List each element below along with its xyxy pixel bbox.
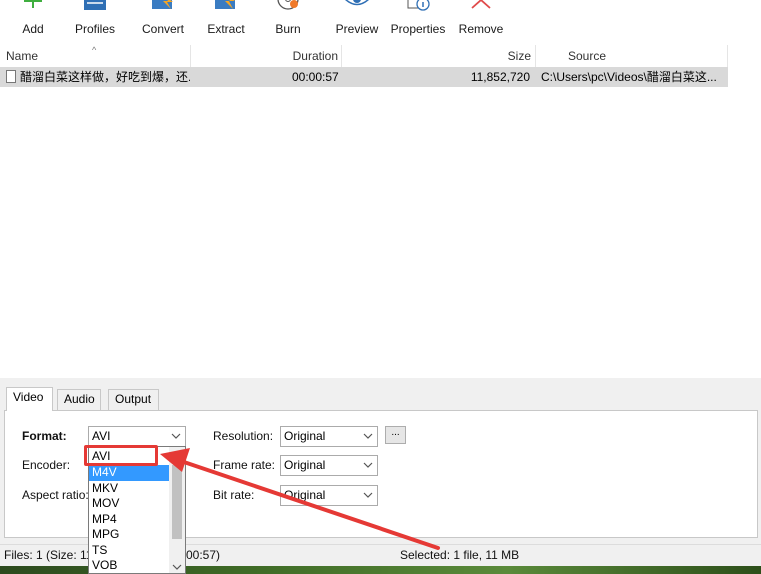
format-select[interactable]: AVI <box>88 426 186 447</box>
format-option[interactable]: TS <box>89 543 170 559</box>
column-duration[interactable]: Duration <box>191 45 342 67</box>
tab-output[interactable]: Output <box>108 389 159 410</box>
resolution-more-button[interactable]: ... <box>385 426 406 444</box>
status-selected: Selected: 1 file, 11 MB <box>400 548 520 562</box>
column-source[interactable]: Source <box>536 45 728 67</box>
extract-label: Extract <box>207 22 245 36</box>
info-icon <box>407 0 430 11</box>
scroll-down-icon[interactable] <box>172 563 182 571</box>
resolution-select[interactable]: Original <box>280 426 378 447</box>
row-duration: 00:00:57 <box>292 70 339 84</box>
resolution-value: Original <box>284 429 326 443</box>
convert-button[interactable]: Convert <box>138 0 188 44</box>
tab-video[interactable]: Video <box>6 387 53 411</box>
status-duration: 00:57) <box>186 548 221 562</box>
column-size-label: Size <box>507 49 531 63</box>
format-option[interactable]: MP4 <box>89 512 170 528</box>
column-duration-label: Duration <box>292 49 338 63</box>
row-name: 醋溜白菜这样做，好吃到爆，还... <box>20 70 190 84</box>
convert-label: Convert <box>141 22 185 36</box>
scrollbar-thumb[interactable] <box>172 465 182 539</box>
column-source-label: Source <box>568 49 607 63</box>
eye-icon <box>345 0 369 6</box>
column-name[interactable]: Name ^ <box>0 45 191 67</box>
format-option[interactable]: MPG <box>89 527 170 543</box>
format-value: AVI <box>92 429 111 443</box>
properties-label: Properties <box>390 22 446 36</box>
preview-label: Preview <box>335 22 379 36</box>
row-source: C:\Users\pc\Videos\醋溜白菜这... <box>541 70 717 84</box>
burn-button[interactable]: Burn <box>268 0 308 44</box>
bit-rate-select[interactable]: Original <box>280 485 378 506</box>
properties-button[interactable]: Properties <box>389 0 447 44</box>
add-button[interactable]: Add <box>14 0 52 44</box>
remove-x-icon <box>471 0 491 9</box>
chevron-down-icon <box>363 462 373 468</box>
extract-icon <box>215 0 235 9</box>
file-icon <box>6 70 16 83</box>
resolution-label: Resolution: <box>213 429 274 443</box>
frame-rate-select[interactable]: Original <box>280 455 378 476</box>
column-name-label: Name <box>6 49 39 63</box>
row-size: 11,852,720 <box>470 70 530 84</box>
encoder-label: Encoder: <box>22 458 71 472</box>
table-row[interactable]: 醋溜白菜这样做，好吃到爆，还... 00:00:57 11,852,720 C:… <box>0 67 728 87</box>
extract-button[interactable]: Extract <box>202 0 250 44</box>
burn-label: Burn <box>275 22 301 36</box>
frame-rate-value: Original <box>284 458 326 472</box>
toolbar: Add Profiles Convert Extract Burn Previe… <box>0 0 761 44</box>
sort-ascending-icon: ^ <box>92 45 97 55</box>
format-option[interactable]: M4V <box>89 465 170 481</box>
profiles-label: Profiles <box>74 22 115 36</box>
remove-button[interactable]: Remove <box>458 0 504 44</box>
format-option[interactable]: MOV <box>89 496 170 512</box>
plus-icon <box>24 0 42 8</box>
column-size[interactable]: Size <box>342 45 536 67</box>
annotation-highlight-box <box>84 445 158 466</box>
chevron-down-icon <box>363 492 373 498</box>
chevron-down-icon <box>363 433 373 439</box>
profiles-button[interactable]: Profiles <box>70 0 120 44</box>
tab-audio[interactable]: Audio <box>57 389 101 410</box>
format-option[interactable]: MKV <box>89 481 170 497</box>
convert-icon <box>152 0 173 9</box>
frame-rate-label: Frame rate: <box>213 458 276 472</box>
add-label: Add <box>22 22 44 36</box>
dropdown-scrollbar[interactable] <box>169 447 185 573</box>
preview-button[interactable]: Preview <box>334 0 380 44</box>
file-list-header: Name ^ Duration Size Source <box>0 45 761 67</box>
format-label: Format: <box>22 429 67 443</box>
chevron-down-icon <box>171 433 181 439</box>
bit-rate-value: Original <box>284 488 326 502</box>
disc-icon <box>277 0 299 10</box>
status-files: Files: 1 (Size: 11 <box>4 548 93 562</box>
aspect-ratio-label: Aspect ratio: <box>22 488 89 502</box>
profiles-icon <box>84 0 106 10</box>
format-option[interactable]: VOB <box>89 558 170 573</box>
bit-rate-label: Bit rate: <box>213 488 255 502</box>
remove-label: Remove <box>458 22 504 36</box>
